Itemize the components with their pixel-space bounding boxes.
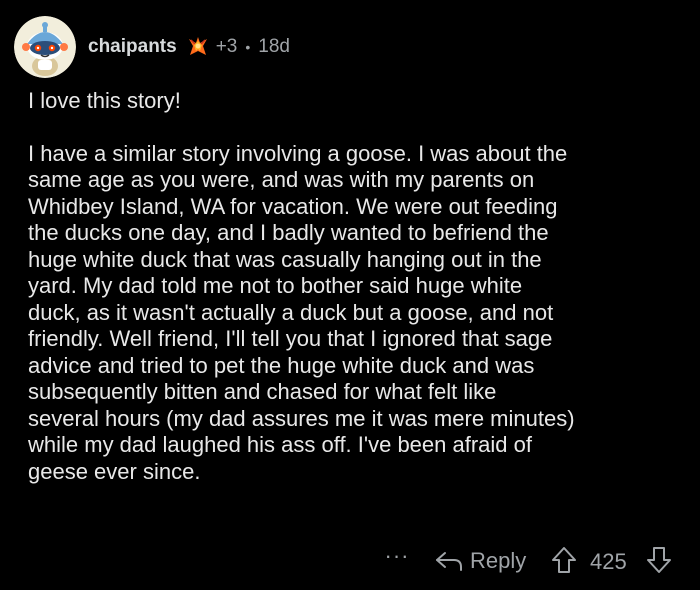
author-username[interactable]: chaipants (88, 36, 177, 58)
avatar[interactable] (14, 16, 76, 78)
snoo-avatar-icon (14, 16, 76, 78)
reply-button[interactable]: Reply (434, 545, 526, 577)
downvote-button[interactable] (645, 545, 673, 575)
comment-header: chaipants +3 • 18d (14, 14, 290, 80)
upvote-button[interactable] (550, 545, 578, 575)
comment-paragraph: I have a similar story involving a goose… (28, 140, 575, 484)
reply-label: Reply (470, 548, 527, 573)
vote-score: 425 (590, 549, 627, 574)
award-icon[interactable] (186, 35, 210, 59)
more-options-icon: ··· (384, 543, 410, 568)
comment: chaipants +3 • 18d I love this story! I … (0, 0, 700, 590)
comment-age: 18d (258, 36, 290, 57)
reply-arrow-icon (434, 549, 464, 573)
comment-actions: ··· Reply 425 (0, 541, 700, 581)
separator-dot: • (245, 39, 251, 55)
more-options-button[interactable]: ··· (384, 545, 410, 575)
upvote-arrow-icon (552, 547, 576, 573)
comment-body: I love this story! I have a similar stor… (28, 88, 678, 485)
comment-paragraph: I love this story! (28, 88, 181, 113)
award-count[interactable]: +3 (216, 36, 238, 58)
downvote-arrow-icon (647, 547, 671, 573)
